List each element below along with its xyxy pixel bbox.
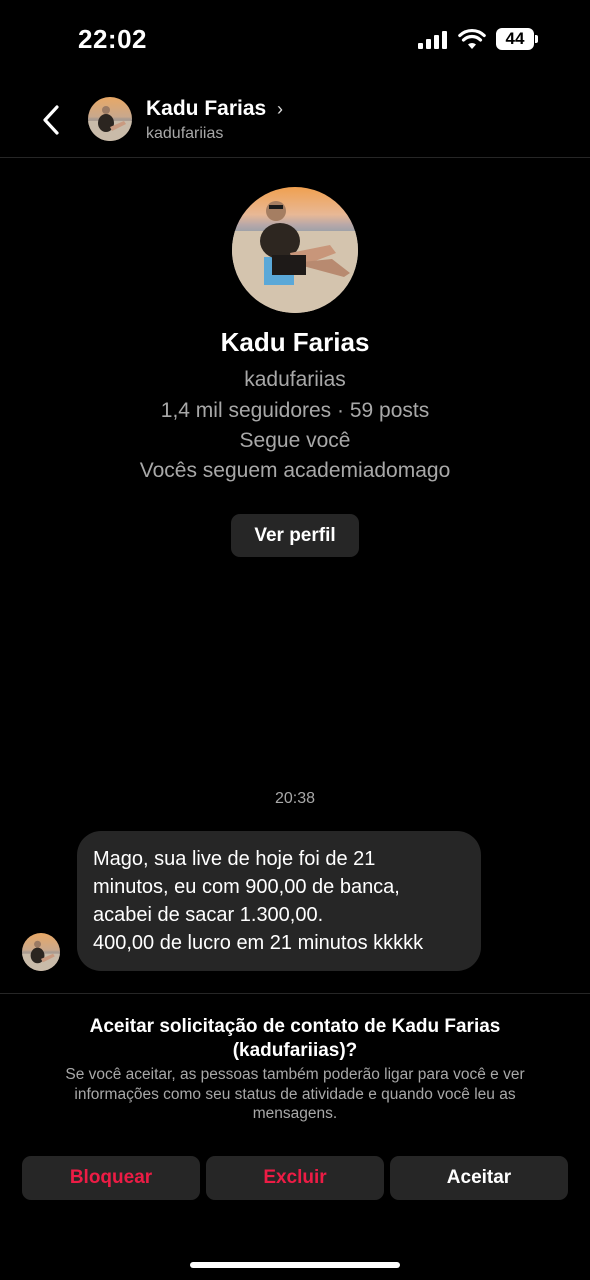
back-button[interactable] <box>36 100 66 140</box>
profile-name: Kadu Farias <box>220 327 370 357</box>
wifi-icon <box>458 28 486 49</box>
message-timestamp: 20:38 <box>274 790 316 807</box>
profile-avatar[interactable] <box>232 187 358 313</box>
block-button[interactable]: Bloquear <box>22 1156 200 1200</box>
mutual-follow-label: Vocês seguem academiadomago <box>139 459 451 482</box>
chevron-right-icon[interactable]: › <box>277 99 283 120</box>
delete-button[interactable]: Excluir <box>206 1156 384 1200</box>
battery-cap <box>535 35 538 43</box>
profile-username: kadufariias <box>244 368 346 391</box>
battery-level: 44 <box>505 29 525 48</box>
message-line: acabei de sacar 1.300,00. <box>93 904 324 926</box>
follows-you-label: Segue você <box>239 429 351 452</box>
request-desc-line: informações como seu status de atividade… <box>74 1085 516 1103</box>
header-name[interactable]: Kadu Farias <box>146 97 266 121</box>
chevron-left-icon <box>43 105 59 135</box>
home-indicator[interactable] <box>190 1262 400 1268</box>
battery-icon: 44 <box>496 28 534 50</box>
request-title-line: Aceitar solicitação de contato de Kadu F… <box>89 1016 501 1037</box>
request-title: Aceitar solicitação de contato de Kadu F… <box>40 1015 550 1063</box>
request-title-line: (kadufariias)? <box>232 1040 358 1061</box>
request-desc-line: Se você aceitar, as pessoas também poder… <box>65 1066 525 1083</box>
signal-icon <box>418 31 448 49</box>
status-time: 22:02 <box>78 24 147 54</box>
message-line: minutos, eu com 900,00 de banca, <box>93 876 400 898</box>
request-divider <box>0 993 590 994</box>
request-desc-line: mensagens. <box>252 1105 338 1122</box>
view-profile-button[interactable]: Ver perfil <box>231 514 359 557</box>
request-description: Se você aceitar, as pessoas também poder… <box>28 1065 562 1124</box>
accept-button[interactable]: Aceitar <box>390 1156 568 1200</box>
header-username: kadufariias <box>146 125 224 142</box>
message-avatar[interactable] <box>22 933 60 971</box>
profile-stats: 1,4 mil seguidores · 59 posts <box>160 399 430 422</box>
header-divider <box>0 157 590 158</box>
message-line: 400,00 de lucro em 21 minutos kkkkk <box>93 932 424 954</box>
message-line: Mago, sua live de hoje foi de 21 <box>93 848 376 870</box>
message-bubble[interactable]: Mago, sua live de hoje foi de 21 minutos… <box>77 831 481 971</box>
avatar[interactable] <box>88 97 132 141</box>
